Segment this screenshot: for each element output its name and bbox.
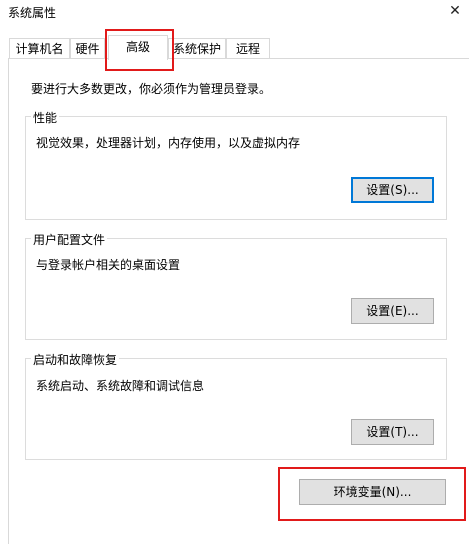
startup-recovery-settings-button[interactable]: 设置(T)... — [351, 419, 434, 445]
tab-remote[interactable]: 远程 — [226, 38, 270, 58]
startup-recovery-description: 系统启动、系统故障和调试信息 — [36, 379, 205, 393]
startup-recovery-group-title: 启动和故障恢复 — [31, 351, 120, 368]
tab-hardware[interactable]: 硬件 — [70, 38, 105, 58]
tab-computer-name[interactable]: 计算机名 — [9, 38, 70, 58]
system-properties-window: 系统属性 ✕ 计算机名 硬件 高级 系统保护 远程 要进行大多数更改，你必须作为… — [0, 0, 469, 544]
environment-variables-highlight — [278, 467, 466, 521]
user-profiles-group-title: 用户配置文件 — [31, 231, 108, 248]
user-profiles-settings-button[interactable]: 设置(E)... — [351, 298, 434, 324]
tab-system-protection[interactable]: 系统保护 — [168, 38, 226, 58]
performance-description: 视觉效果，处理器计划，内存使用，以及虚拟内存 — [36, 136, 301, 150]
user-profiles-description: 与登录帐户相关的桌面设置 — [36, 258, 181, 272]
admin-note: 要进行大多数更改，你必须作为管理员登录。 — [31, 82, 272, 96]
performance-group — [25, 116, 447, 220]
advanced-tab-highlight — [105, 29, 174, 71]
tab-strip: 计算机名 硬件 高级 系统保护 远程 — [0, 0, 469, 60]
performance-settings-button[interactable]: 设置(S)... — [351, 177, 434, 203]
user-profiles-group — [25, 238, 447, 340]
performance-group-title: 性能 — [31, 109, 60, 126]
